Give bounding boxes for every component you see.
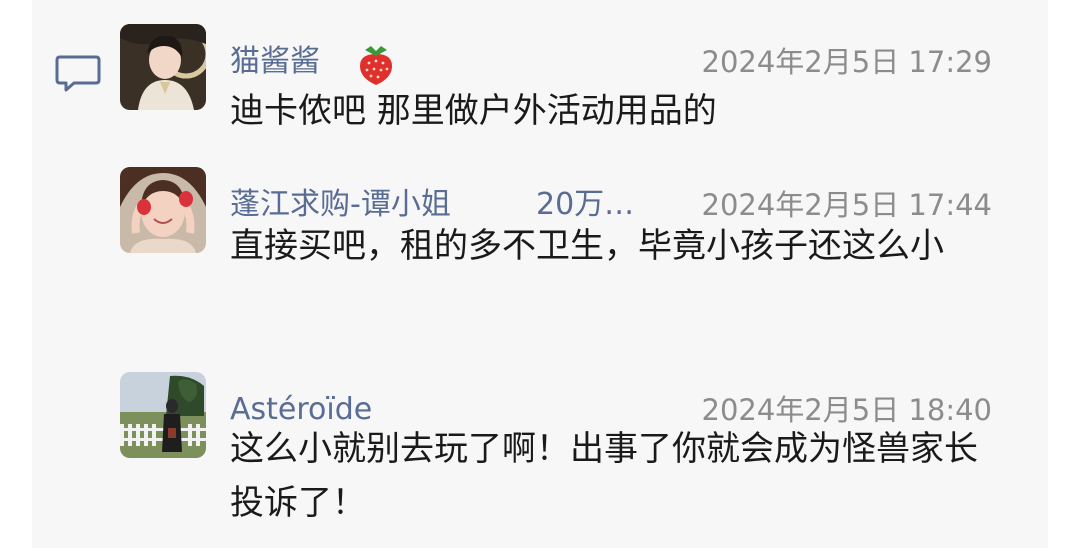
- comment-text: 直接买吧，租的多不卫生，毕竟小孩子还这么小: [230, 226, 944, 266]
- avatar[interactable]: [120, 167, 206, 253]
- strawberry-icon: [360, 46, 392, 85]
- comment-bubble-icon[interactable]: [54, 54, 102, 94]
- avatar[interactable]: [120, 24, 206, 110]
- comment-item: 猫酱酱 2024年2月5日 17:29 迪卡侬吧 那里做户外活动用品的: [120, 24, 1000, 134]
- comment-author-name[interactable]: 猫酱酱: [230, 42, 320, 82]
- comment-item: 蓬江求购-谭小姐 20万… 2024年2月5日 17:44 直接买吧，租的多不卫…: [120, 167, 1000, 337]
- comment-text: 这么小就别去玩了啊！出事了你就会成为怪兽家长投诉了！: [230, 429, 978, 523]
- comment-timestamp: 2024年2月5日 17:29: [701, 45, 993, 79]
- comment-item: Astéroïde 2024年2月5日 18:40 这么小就别去玩了啊！出事了你…: [120, 372, 1000, 542]
- comment-text: 迪卡侬吧 那里做户外活动用品的: [230, 91, 717, 131]
- avatar[interactable]: [120, 372, 206, 458]
